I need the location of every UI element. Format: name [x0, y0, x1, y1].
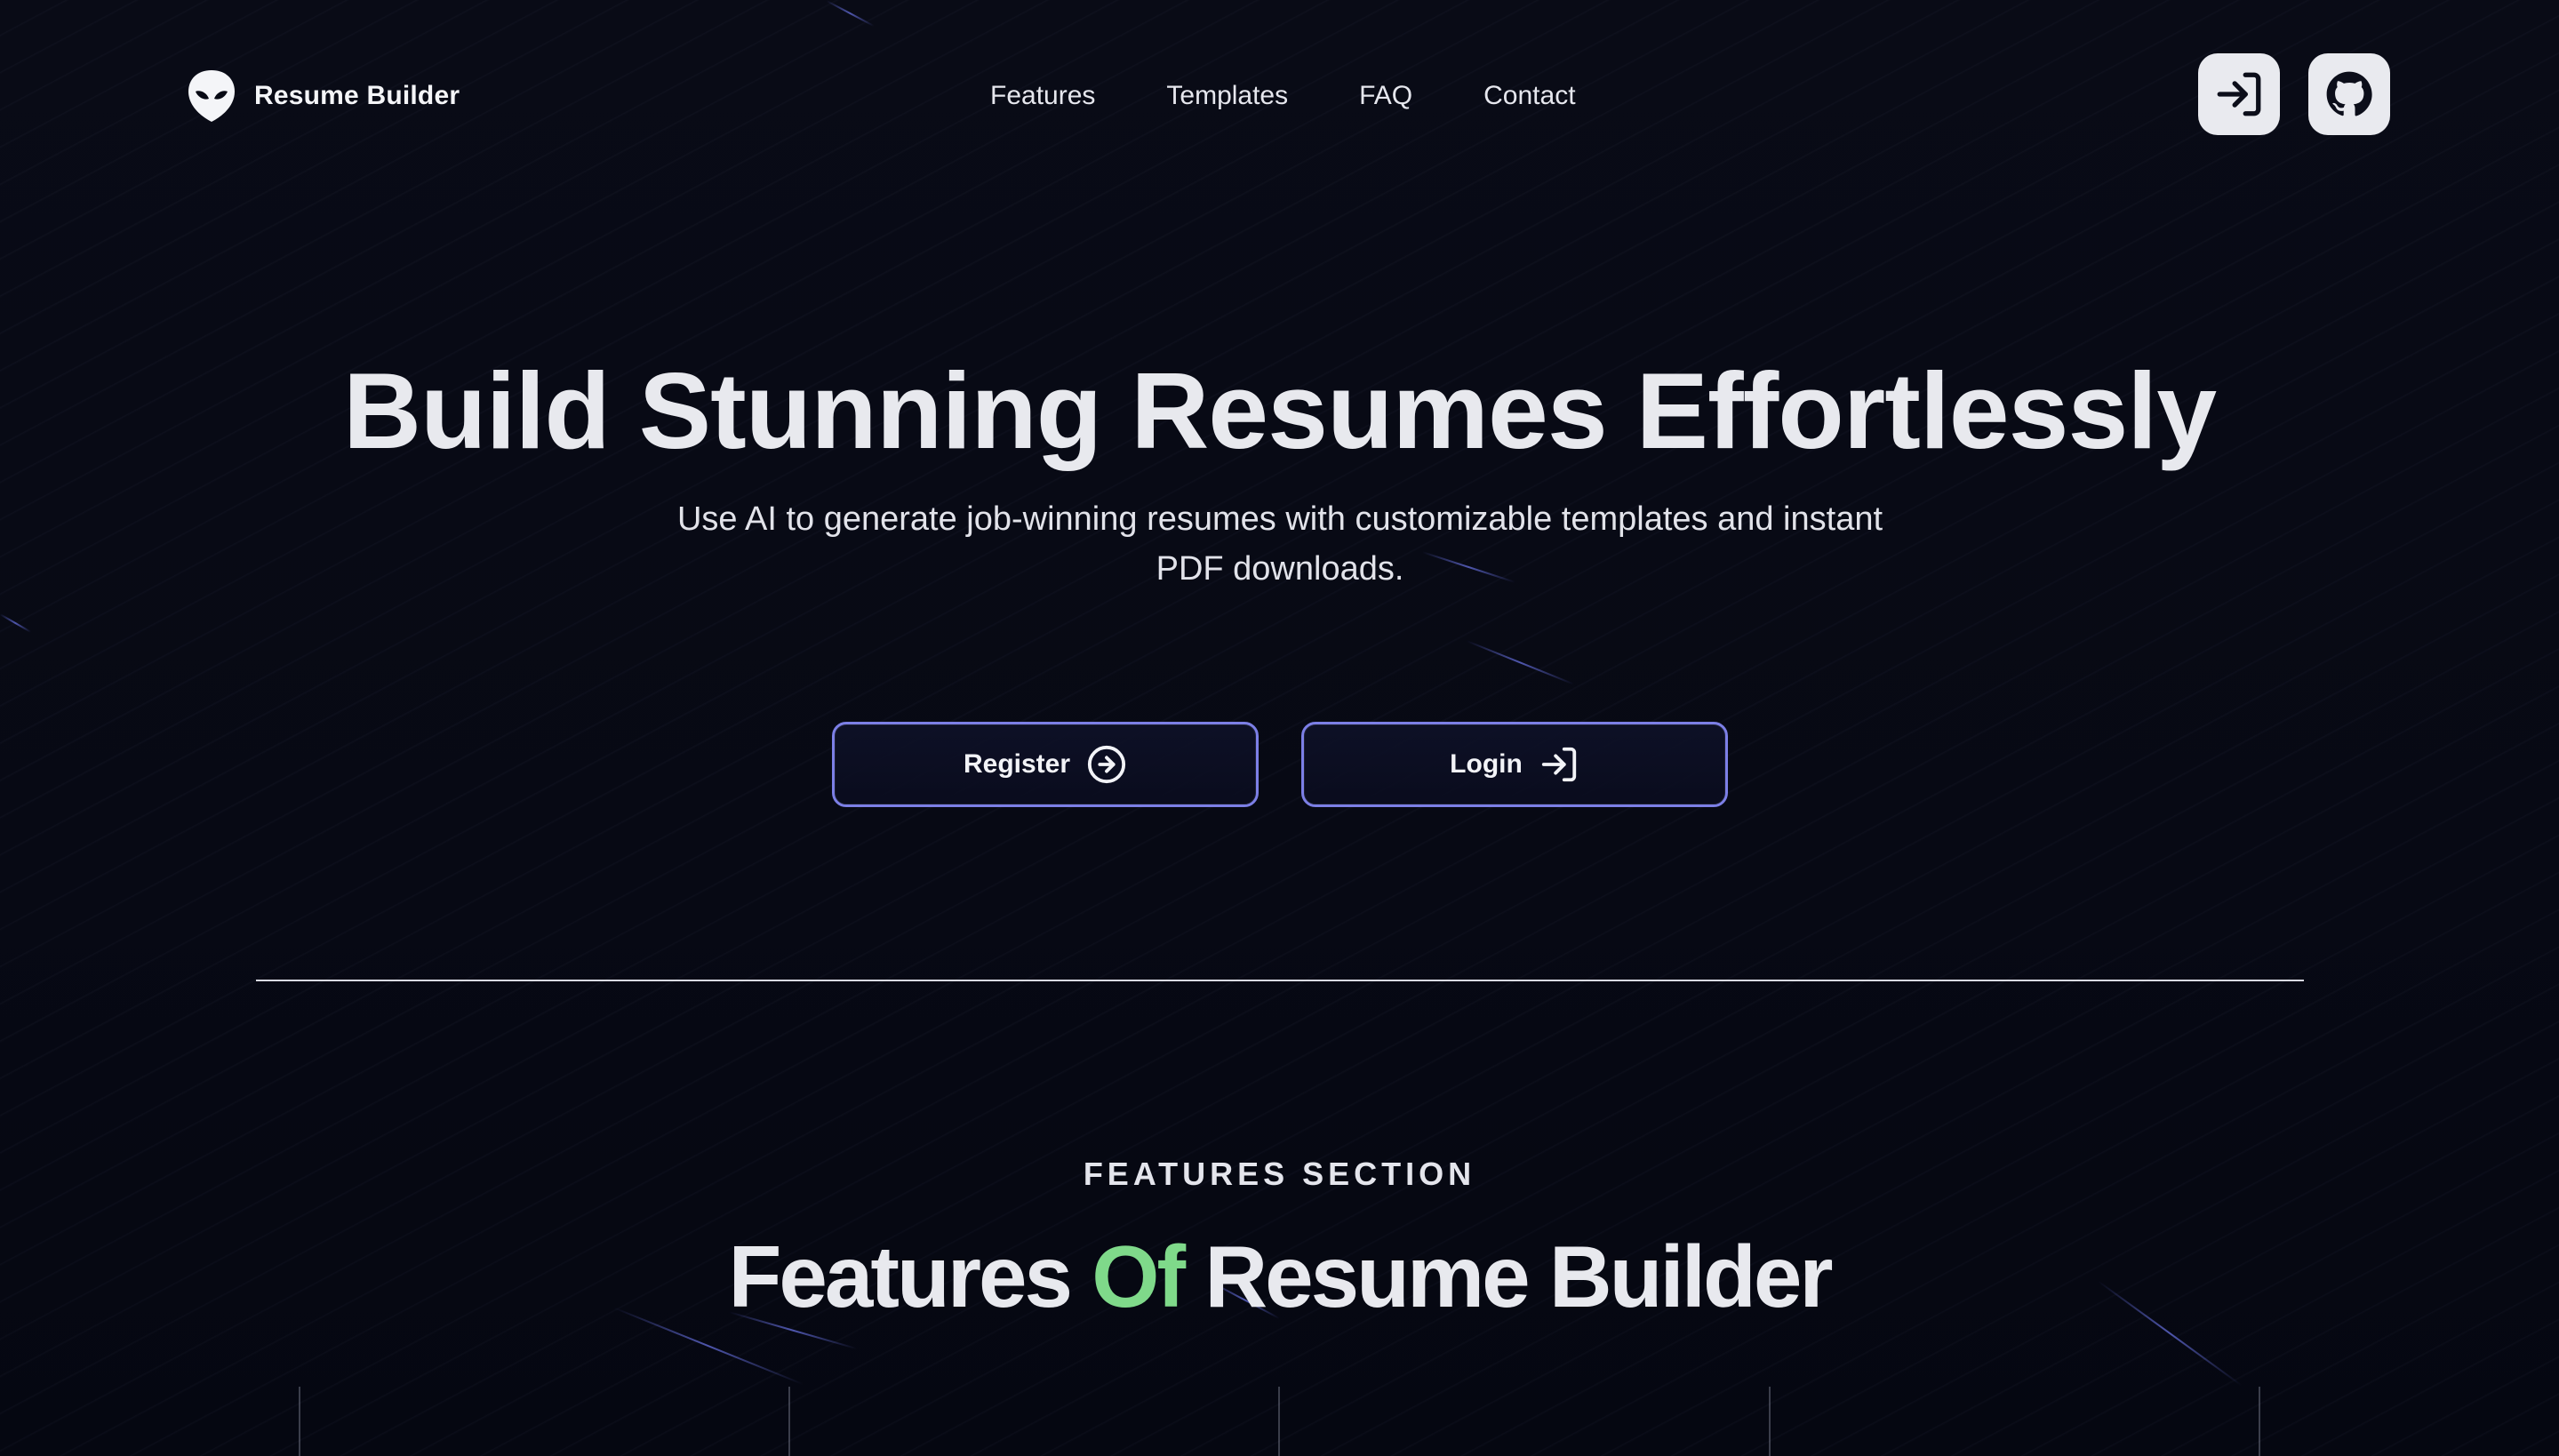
landing-page: Resume Builder Features Templates FAQ Co… [0, 0, 2559, 1456]
nav-link-contact[interactable]: Contact [1483, 81, 1575, 111]
features-kicker: FEATURES SECTION [1083, 1156, 1476, 1192]
brand-name: Resume Builder [254, 81, 460, 110]
hero-subtitle: Use AI to generate job-winning resumes w… [676, 500, 1883, 588]
decorative-streak [826, 0, 875, 28]
nav-link-faq[interactable]: FAQ [1359, 81, 1412, 111]
nav-menu: Features Templates FAQ Contact [990, 53, 1576, 139]
features-title-accent: Of [1092, 1228, 1186, 1325]
login-button-label: Login [1450, 749, 1523, 779]
login-icon [1541, 747, 1576, 782]
decorative-streak [0, 613, 32, 633]
login-button[interactable]: Login [1301, 722, 1728, 807]
register-button-label: Register [963, 749, 1071, 779]
nav-actions [2198, 53, 2390, 135]
features-title-part1: Features [728, 1228, 1092, 1325]
brand[interactable]: Resume Builder [187, 68, 460, 124]
decorative-streak [1466, 640, 1574, 685]
feature-grid-line [1769, 1387, 1771, 1456]
features-title-part2: Resume Builder [1183, 1228, 1833, 1325]
arrow-right-circle-icon [1087, 745, 1126, 784]
github-button[interactable] [2308, 53, 2390, 135]
feature-grid-line [2259, 1387, 2260, 1456]
register-button[interactable]: Register [832, 722, 1259, 807]
github-icon [2326, 71, 2372, 116]
login-icon [2217, 72, 2261, 116]
feature-grid-line [299, 1387, 300, 1456]
nav-link-features[interactable]: Features [990, 81, 1095, 111]
hero-title: Build Stunning Resumes Effortlessly [342, 350, 2217, 471]
feature-grid-line [1278, 1387, 1280, 1456]
top-navbar: Resume Builder Features Templates FAQ Co… [187, 53, 2390, 139]
section-divider [256, 980, 2304, 981]
alien-head-icon [188, 70, 235, 122]
features-title: Features Of Resume Builder [0, 1227, 2559, 1327]
nav-link-templates[interactable]: Templates [1166, 81, 1288, 111]
feature-grid-line [788, 1387, 790, 1456]
hero-cta-row: Register Login [832, 722, 1728, 807]
login-icon-button[interactable] [2198, 53, 2280, 135]
